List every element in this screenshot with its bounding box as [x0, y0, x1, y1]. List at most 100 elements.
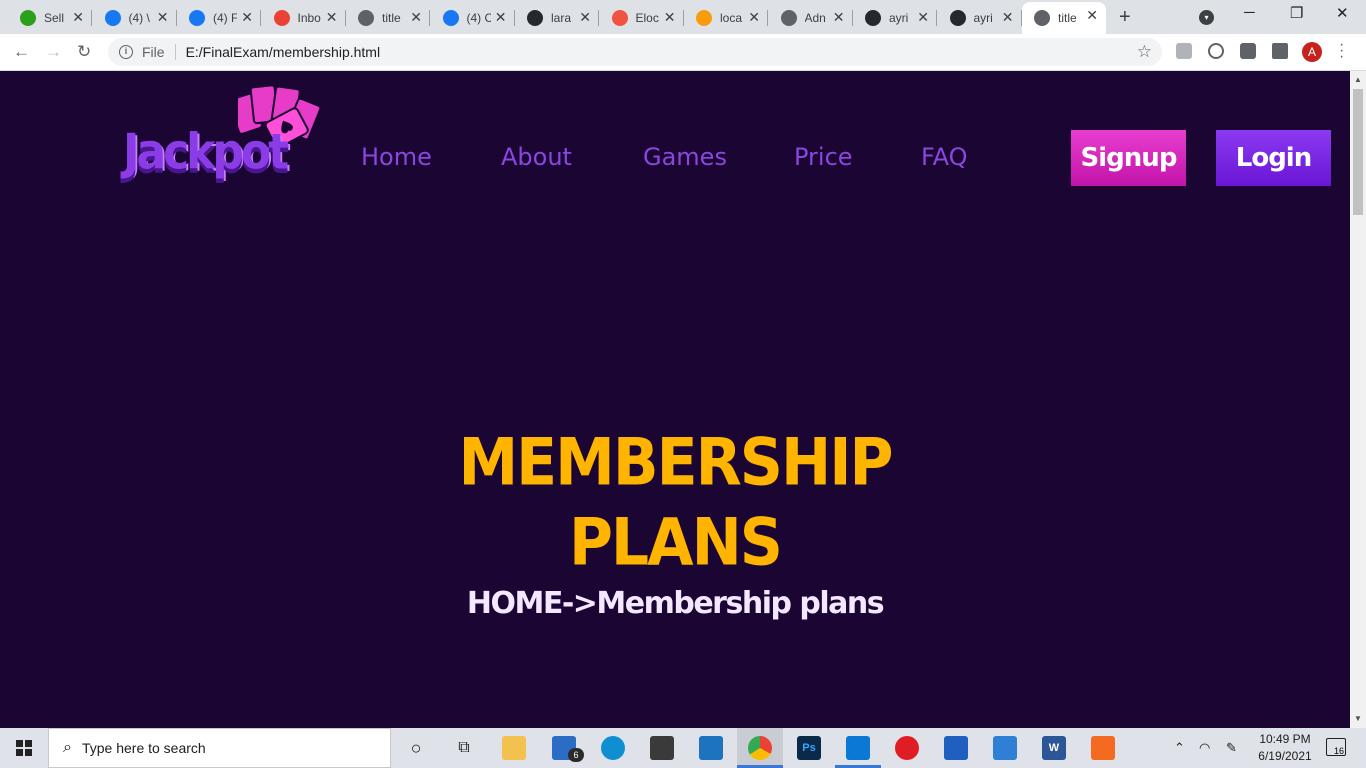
tab-label: ayri — [973, 11, 993, 25]
nav-price[interactable]: Price — [794, 143, 853, 171]
tab-close-icon[interactable]: ✕ — [495, 10, 507, 24]
browser-tab[interactable]: title ✕ — [346, 4, 430, 32]
tab-close-icon[interactable]: ✕ — [917, 10, 929, 24]
browser-tab[interactable]: lara ✕ — [515, 4, 599, 32]
windows-taskbar: ⌕ Type here to search ○ ⧉ 6 Ps W ⌃ ◠ ✎ 1… — [0, 728, 1366, 768]
extensions-puzzle-icon[interactable] — [1272, 43, 1288, 59]
tab-favicon-icon — [442, 10, 459, 26]
search-icon: ⌕ — [63, 739, 72, 756]
tab-close-icon[interactable]: ✕ — [1086, 8, 1098, 22]
tab-favicon-icon — [696, 10, 712, 26]
tab-close-icon[interactable]: ✕ — [410, 10, 422, 24]
site-info-icon[interactable]: i — [119, 45, 133, 59]
reload-icon[interactable]: ↻ — [77, 42, 91, 62]
photoshop-icon[interactable]: Ps — [797, 736, 821, 760]
tab-close-icon[interactable]: ✕ — [1002, 10, 1014, 24]
page-title: MEMBERSHIP PLANS — [400, 423, 950, 583]
close-window-icon[interactable]: ✕ — [1336, 4, 1349, 22]
tab-label: lara — [551, 11, 572, 25]
new-tab-button[interactable]: + — [1119, 6, 1131, 29]
signup-button[interactable]: Signup — [1071, 130, 1186, 186]
browser-tab[interactable]: Sell ✕ — [8, 4, 92, 32]
browser-tab[interactable]: (4) F ✕ — [177, 4, 261, 32]
sync-extension-icon[interactable] — [1208, 43, 1224, 59]
minimize-icon[interactable]: ─ — [1244, 4, 1255, 21]
tab-favicon-icon — [358, 10, 374, 26]
tab-close-icon[interactable]: ✕ — [241, 10, 253, 24]
scroll-up-arrow-icon[interactable]: ▲ — [1354, 75, 1362, 84]
tab-favicon-icon — [611, 10, 628, 26]
nav-about[interactable]: About — [501, 143, 572, 171]
nav-home[interactable]: Home — [361, 143, 432, 171]
vscode-icon[interactable] — [846, 736, 870, 760]
video-editor-icon[interactable] — [944, 736, 968, 760]
scheme-label: File — [142, 44, 165, 60]
forward-icon[interactable]: → — [45, 42, 62, 62]
tab-close-icon[interactable]: ✕ — [748, 10, 760, 24]
web-page: Jackpot Home About Games Price FAQ Signu… — [0, 71, 1350, 728]
page-title-line-1: MEMBERSHIP — [458, 425, 893, 501]
browser-menu-icon[interactable]: · · · — [1339, 37, 1344, 65]
tab-label: Adn — [804, 11, 826, 25]
file-explorer-icon[interactable] — [502, 736, 526, 760]
tab-search-icon[interactable]: ▾ — [1199, 10, 1214, 25]
remote-desktop-icon[interactable] — [699, 736, 723, 760]
back-icon[interactable]: ← — [13, 42, 30, 62]
browser-tab[interactable]: Eloc ✕ — [600, 4, 684, 32]
jackpot-logo[interactable]: Jackpot — [120, 79, 325, 189]
cortana-icon[interactable]: ○ — [404, 736, 428, 760]
tab-label: (4) F — [213, 11, 237, 25]
tab-label: title — [1058, 11, 1077, 25]
tab-close-icon[interactable]: ✕ — [664, 10, 676, 24]
store-icon[interactable] — [650, 736, 674, 760]
photos-icon[interactable] — [993, 736, 1017, 760]
wifi-icon[interactable]: ◠ — [1199, 740, 1210, 756]
word-icon[interactable]: W — [1042, 736, 1066, 760]
browser-tab-strip: Sell ✕ (4) \ ✕ (4) F ✕ Inbo ✕ title ✕ (4) C ✕ lara ✕ E… — [0, 0, 1366, 34]
browser-tab[interactable]: Adn ✕ — [769, 4, 853, 32]
system-clock[interactable]: 10:49 PM 6/19/2021 — [1250, 731, 1320, 765]
tab-close-icon[interactable]: ✕ — [157, 10, 169, 24]
browser-tab[interactable]: (4) C ✕ — [431, 4, 515, 32]
tab-label: Sell — [44, 11, 65, 25]
tab-favicon-icon — [865, 10, 881, 26]
notification-center-icon[interactable]: 16 — [1326, 738, 1346, 756]
tab-favicon-icon — [949, 10, 966, 26]
chrome-icon[interactable] — [748, 736, 772, 760]
nav-games[interactable]: Games — [643, 143, 727, 171]
url-text[interactable]: E:/FinalExam/membership.html — [186, 44, 381, 60]
browser-tab[interactable]: Inbo ✕ — [262, 4, 346, 32]
browser-tab[interactable]: title ✕ — [1022, 2, 1106, 34]
nav-faq[interactable]: FAQ — [921, 143, 968, 171]
page-scrollbar[interactable]: ▲ ▼ — [1350, 71, 1366, 728]
task-view-icon[interactable]: ⧉ — [452, 736, 476, 760]
tray-chevron-icon[interactable]: ⌃ — [1174, 740, 1185, 756]
tab-label: (4) C — [466, 11, 491, 25]
tab-close-icon[interactable]: ✕ — [72, 10, 84, 24]
browser-tab[interactable]: (4) \ ✕ — [93, 4, 177, 32]
edge-icon[interactable] — [601, 736, 625, 760]
tab-close-icon[interactable]: ✕ — [326, 10, 338, 24]
login-button[interactable]: Login — [1216, 130, 1331, 186]
tab-label: Eloc — [635, 11, 659, 25]
restore-icon[interactable]: ❐ — [1290, 4, 1303, 22]
scrollbar-thumb[interactable] — [1353, 89, 1363, 215]
opera-icon[interactable] — [895, 736, 919, 760]
tab-label: (4) \ — [128, 11, 150, 25]
windows-start-icon[interactable] — [16, 740, 32, 756]
profile-avatar[interactable]: A — [1302, 42, 1322, 62]
pdf-extension-icon[interactable] — [1176, 43, 1192, 59]
tab-close-icon[interactable]: ✕ — [833, 10, 845, 24]
pen-icon[interactable]: ✎ — [1226, 740, 1237, 756]
tab-close-icon[interactable]: ✕ — [579, 10, 591, 24]
scroll-down-arrow-icon[interactable]: ▼ — [1354, 714, 1362, 723]
browser-tab[interactable]: ayri ✕ — [938, 4, 1022, 32]
browser-tab[interactable]: ayri ✕ — [853, 4, 937, 32]
address-bar[interactable]: i File E:/FinalExam/membership.html ☆ — [108, 38, 1162, 66]
taskbar-search-box[interactable]: ⌕ Type here to search — [48, 728, 391, 768]
bookmark-star-icon[interactable]: ☆ — [1137, 42, 1152, 62]
xampp-icon[interactable] — [1091, 736, 1115, 760]
breadcrumb: HOME->Membership plans — [466, 586, 885, 621]
browser-tab[interactable]: loca ✕ — [684, 4, 768, 32]
camera-extension-icon[interactable] — [1240, 43, 1256, 59]
